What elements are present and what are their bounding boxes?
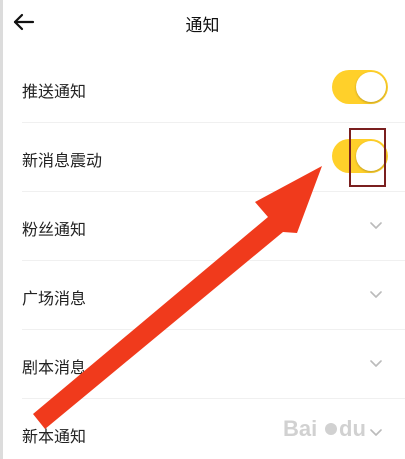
header-bar: 通知 [0, 0, 405, 48]
chevron-down-icon[interactable] [369, 425, 383, 439]
notification-settings-screen: 通知 推送通知 新消息震动 粉丝通知 广场消息 剧本消息 新本通知 Bai du [0, 0, 405, 459]
page-title: 通知 [185, 16, 220, 36]
setting-label: 粉丝通知 [22, 220, 87, 239]
setting-row-vibrate: 新消息震动 [22, 123, 405, 192]
chevron-down-icon[interactable] [369, 218, 383, 232]
setting-row-square[interactable]: 广场消息 [22, 261, 405, 330]
vibrate-toggle[interactable] [332, 139, 388, 173]
setting-row-push: 推送通知 [22, 54, 405, 123]
settings-list: 推送通知 新消息震动 粉丝通知 广场消息 剧本消息 新本通知 [0, 54, 405, 459]
chevron-down-icon[interactable] [369, 356, 383, 370]
setting-row-script[interactable]: 剧本消息 [22, 330, 405, 399]
chevron-down-icon[interactable] [369, 287, 383, 301]
setting-label: 广场消息 [22, 289, 87, 308]
setting-label: 剧本消息 [22, 358, 87, 377]
setting-row-fans[interactable]: 粉丝通知 [22, 192, 405, 261]
toggle-knob [356, 141, 386, 171]
push-notification-toggle[interactable] [332, 70, 388, 104]
setting-label: 新本通知 [22, 427, 87, 446]
toggle-knob [356, 72, 386, 102]
setting-row-new-script[interactable]: 新本通知 [22, 399, 405, 459]
setting-label: 推送通知 [22, 82, 87, 101]
setting-label: 新消息震动 [22, 151, 103, 170]
